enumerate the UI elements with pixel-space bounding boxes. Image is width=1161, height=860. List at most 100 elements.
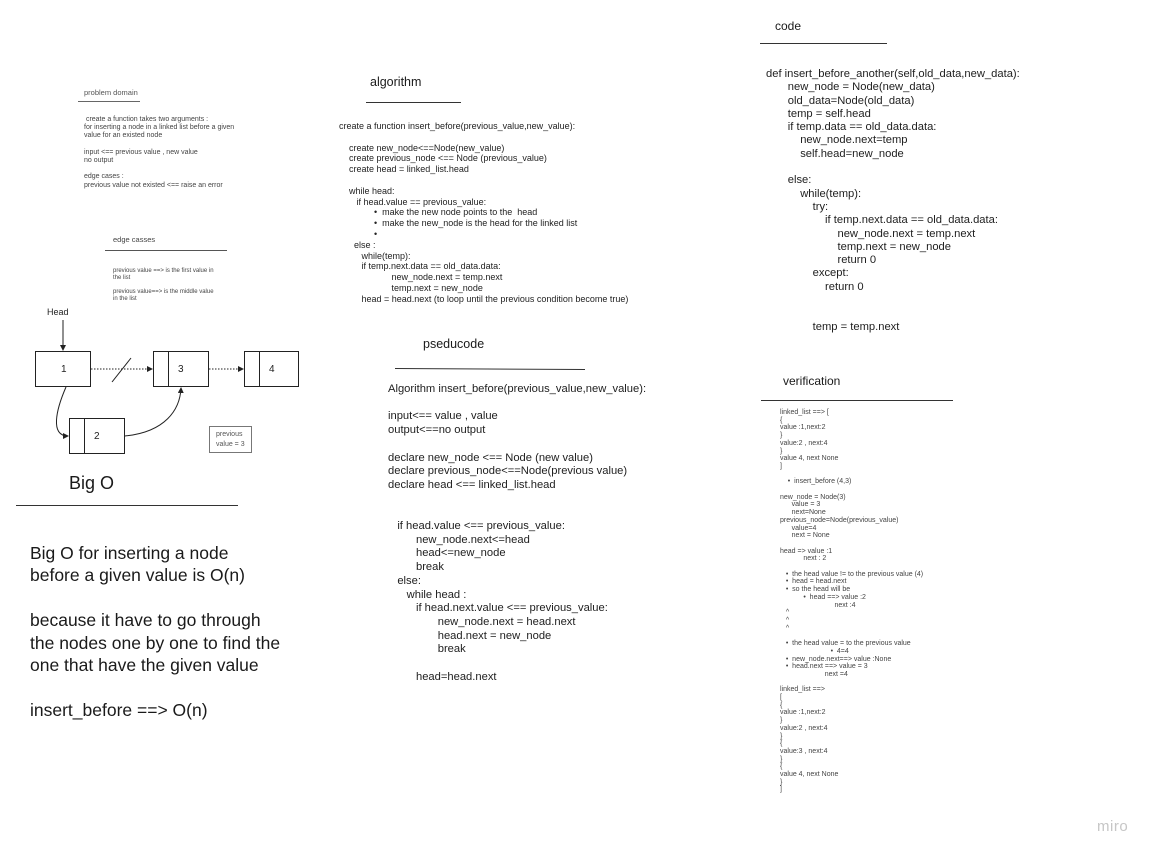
text-line: { [780, 763, 783, 771]
text-line [780, 486, 923, 494]
text-line: new_node.next=temp [766, 134, 908, 147]
text-line [780, 563, 923, 571]
text-line: return 0 [766, 280, 864, 293]
text-line [339, 132, 628, 143]
text-line: } [780, 717, 783, 725]
text-line: while(temp): [339, 250, 411, 261]
text-line: next =4 [780, 670, 848, 678]
text-line: create head = linked_list.head [339, 164, 469, 175]
miro-watermark: miro [1097, 818, 1129, 835]
text-line: one that have the given value [30, 655, 259, 676]
text-line: ] [780, 462, 782, 470]
text-line: • new_node.next==> value :None [780, 655, 892, 663]
text-line: break [388, 561, 444, 574]
text-line: except: [766, 267, 849, 280]
list-node-1: 1 [35, 351, 91, 387]
text-line [780, 632, 923, 640]
text-line: next=None [780, 509, 826, 517]
text-line: if temp.next.data == old_data.data: [766, 214, 998, 227]
text-line: def insert_before_another(self,old_data,… [766, 68, 1020, 80]
text-line: • 4=4 [780, 647, 849, 655]
text-line: before a given value is O(n) [30, 565, 245, 586]
text-line: create a function insert_before(previous… [339, 121, 576, 131]
text-line: ^ [780, 624, 790, 632]
text-line: old_data=Node(old_data) [766, 94, 915, 107]
text-line: temp = temp.next [766, 320, 900, 333]
text-line: try: [766, 200, 829, 213]
text-line: } [780, 755, 783, 763]
text-line [766, 161, 1020, 174]
text-line: { [780, 416, 783, 424]
text-line: temp.next = new_node [339, 282, 483, 293]
text-line: create new_node<==Node(new_value) [339, 142, 505, 153]
text-line: new_node = Node(3) [780, 493, 846, 501]
text-line: value :1,next:2 [780, 709, 826, 717]
text-line: linked_list ==> [780, 686, 825, 694]
text-line [780, 679, 923, 687]
text-line: create previous_node <== Node (previous_… [339, 153, 547, 164]
text-line: temp.next = new_node [766, 240, 951, 253]
text-line: while head: [339, 185, 395, 196]
text-line: value 4, next None [780, 455, 839, 463]
text-line: ] [780, 786, 782, 794]
text-line: previous_node=Node(previous_value) [780, 516, 899, 524]
text-line: declare new_node <== Node (new value) [388, 451, 593, 464]
text-line: ^ [780, 616, 790, 624]
text-line: } [780, 778, 783, 786]
list-node-4: 4 [244, 351, 299, 387]
text-line: if temp.next.data == old_data.data: [339, 261, 501, 272]
text-line [30, 587, 280, 609]
text-line: value:3 , next:4 [780, 747, 828, 755]
big-o-underline [16, 505, 238, 506]
list-node-2-value: 2 [94, 431, 100, 442]
code-text: def insert_before_another(self,old_data,… [766, 68, 1020, 334]
text-line: break [388, 643, 466, 656]
text-line: • insert_before (4,3) [780, 478, 852, 486]
text-line [339, 175, 628, 186]
text-line: value:2 , next:4 [780, 724, 828, 732]
text-line: the nodes one by one to find the [30, 632, 281, 653]
text-line: return 0 [766, 254, 877, 267]
text-line [780, 471, 923, 479]
text-line: because it have to go through [30, 610, 261, 631]
pseudocode-text: Algorithm insert_before(previous_value,n… [388, 383, 646, 684]
text-line: new_node.next<=head [388, 533, 530, 546]
big-o-text: Big O for inserting a node before a given… [30, 542, 280, 721]
text-line: if head.next.value <== previous_value: [388, 602, 608, 615]
algorithm-text: create a function insert_before(previous… [339, 121, 628, 305]
list-node-4-value: 4 [269, 364, 275, 375]
text-line: if head.value == previous_value: [339, 196, 487, 207]
algorithm-title: algorithm [370, 75, 422, 89]
text-line: • [339, 228, 378, 239]
text-line [766, 294, 1020, 307]
verification-text: linked_list ==> [{value :1,next:2} value:… [780, 409, 923, 794]
text-line: while head : [388, 588, 467, 601]
text-line [388, 657, 646, 671]
text-line: else: [388, 574, 421, 587]
text-line: • head.next ==> value = 3 [780, 663, 868, 671]
text-line: if temp.data == old_data.data: [766, 121, 937, 134]
text-line: head => value :1 [780, 547, 833, 555]
text-line: new_node.next = temp.next [766, 227, 976, 240]
text-line: { [780, 701, 783, 709]
list-node-1-value: 1 [61, 364, 67, 375]
text-line: value:2 , next:4 [780, 439, 828, 447]
text-line: • head ==> value :2 [780, 593, 866, 601]
text-line [780, 540, 923, 548]
text-line: insert_before ==> O(n) [30, 699, 208, 720]
text-line: new_node = Node(new_data) [766, 81, 935, 94]
text-line: declare previous_node<==Node(previous va… [388, 465, 628, 478]
text-line: head=head.next [388, 670, 497, 683]
text-line [388, 438, 646, 452]
text-line: value = 3 [216, 440, 245, 448]
text-line: { [780, 740, 783, 748]
text-line: head<=new_node [388, 547, 506, 560]
text-line: new_node.next = temp.next [339, 272, 503, 283]
text-line [766, 307, 1020, 320]
text-line: • head = head.next [780, 578, 847, 586]
text-line: while(temp): [766, 187, 862, 200]
list-node-3-value: 3 [178, 364, 184, 375]
pseudocode-title: pseducode [423, 337, 485, 351]
text-line: previous [216, 431, 243, 438]
text-line: input<== value , value [388, 410, 498, 423]
